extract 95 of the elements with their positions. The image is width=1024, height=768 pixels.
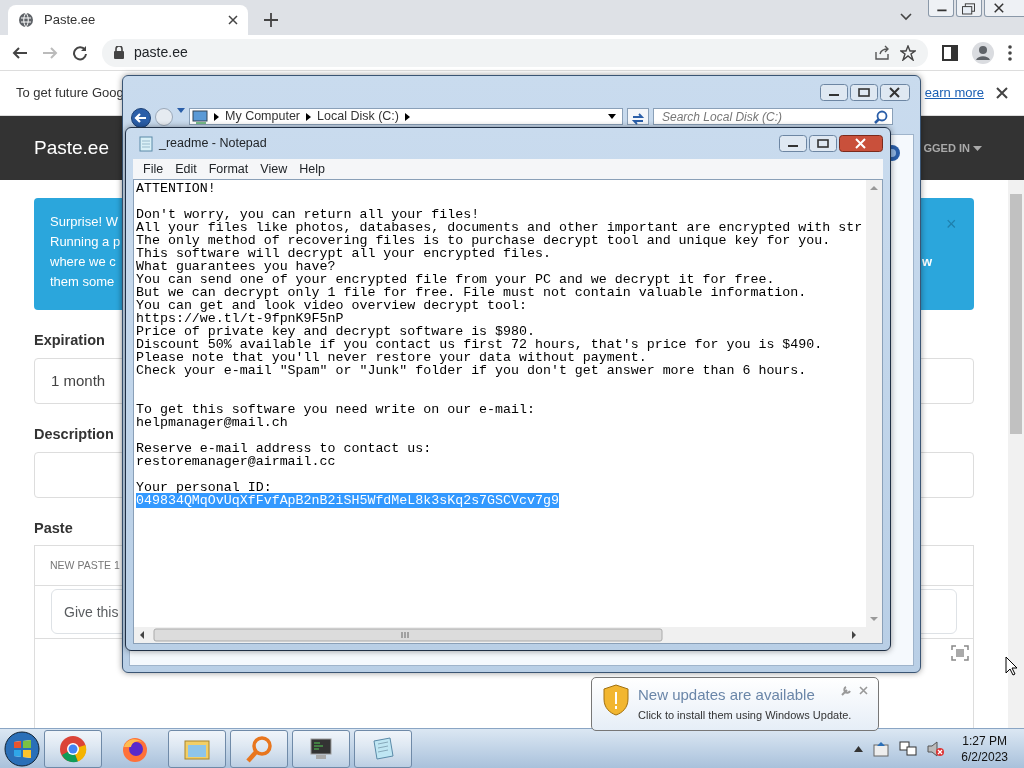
profile-icon[interactable] (972, 41, 994, 64)
arrow-icon (405, 112, 410, 121)
notification-text: Click to install them using Windows Update. (638, 707, 852, 723)
clock-time[interactable]: 1:27 PM (961, 732, 1008, 749)
clock-date[interactable]: 6/2/2023 (961, 748, 1008, 765)
start-button[interactable] (4, 730, 40, 767)
computer-icon (192, 109, 208, 124)
menu-icon[interactable] (1008, 44, 1012, 61)
text-line: What guarantees you have? (136, 259, 336, 274)
alert-text: where we c (50, 253, 116, 271)
minimize-button[interactable] (779, 135, 807, 152)
shield-icon (602, 684, 630, 716)
text-line: Your personal ID: (136, 480, 272, 495)
update-icon[interactable] (873, 740, 890, 757)
close-button[interactable] (880, 84, 910, 101)
monitor-taskbar-button[interactable] (292, 729, 350, 768)
field-label: Expiration (34, 331, 105, 350)
text-line: Discount 50% available if you contact us first 72 hours, that's price for you is $490. (136, 337, 823, 352)
text-line: To get this software you need write on our e-mail: (136, 402, 535, 417)
maximize-button[interactable] (850, 84, 878, 101)
lock-icon (114, 46, 124, 59)
account-menu[interactable]: GGED IN (923, 139, 982, 157)
scrollbar[interactable] (1008, 180, 1024, 728)
text-line: Don't worry, you can return all your files! (136, 207, 480, 222)
menu-item[interactable]: Edit (171, 159, 205, 179)
text-line: ATTENTION! (136, 181, 216, 196)
side-panel-icon[interactable] (942, 44, 958, 61)
menu-item[interactable]: View (256, 159, 296, 179)
close-button[interactable] (984, 0, 1024, 17)
folder-taskbar-button[interactable] (168, 729, 226, 768)
chrome-icon (59, 734, 87, 763)
magnifier-icon (245, 734, 273, 763)
chevron-down-icon[interactable] (900, 13, 912, 21)
back-button[interactable] (131, 108, 151, 128)
text-line: You can send one of your encrypted file from your PC and we decrypt it for free. (136, 272, 775, 287)
text-line: https://we.tl/t-9fpnK9F5nP (136, 311, 344, 326)
text-line: helpmanager@mail.ch (136, 415, 288, 430)
menu-item[interactable]: File (139, 159, 172, 179)
chrome-taskbar-button[interactable] (44, 729, 102, 768)
tab-title: Paste.ee (44, 11, 97, 30)
star-icon[interactable] (900, 44, 916, 61)
back-button[interactable] (12, 44, 28, 61)
restore-button[interactable] (956, 0, 982, 17)
field-label: Paste (34, 518, 73, 538)
caret-icon[interactable] (608, 114, 616, 119)
menu-item[interactable]: Format (204, 159, 257, 179)
text-line: The only method of recovering files is to purchase decrypt tool and unique key for you. (136, 233, 831, 248)
scrollbar[interactable] (134, 627, 882, 643)
breadcrumb[interactable]: My Computer (225, 107, 301, 126)
volume-muted-icon[interactable] (927, 740, 946, 757)
text-line: You can get and look video overview decrypt tool: (136, 298, 527, 313)
text-line: Reserve e-mail address to contact us: (136, 441, 432, 456)
new-tab-icon[interactable] (264, 13, 278, 27)
network-icon[interactable] (899, 740, 918, 757)
text-line: All your files like photos, databases, documents and other important are encrypted with str (136, 220, 863, 235)
scrollbar[interactable] (866, 180, 882, 627)
text-line: restoremanager@airmail.cc (136, 454, 336, 469)
arrow-icon (214, 112, 219, 121)
globe-icon (18, 12, 34, 28)
arrow-up-icon[interactable] (854, 745, 864, 752)
text-line: Please note that you'll never restore your data without payment. (136, 350, 647, 365)
site-logo[interactable]: Paste.ee (34, 133, 109, 163)
text-line: Check your e-mail "Spam" or "Junk" folder if you don't get answer more than 6 hours. (136, 363, 807, 378)
arrow-icon (306, 112, 312, 121)
notification-balloon[interactable]: New updates are available Click to install them using Windows Update. (591, 677, 879, 731)
text-line: This software will decrypt all your encrypted files. (136, 246, 551, 261)
share-icon[interactable] (874, 44, 890, 61)
notepad-icon (139, 135, 153, 152)
address-bar[interactable]: My Computer Local Disk (C:) (189, 108, 623, 125)
field-label: Description (34, 424, 114, 444)
text-line: Price of private key and decrypt software is $980. (136, 324, 535, 339)
notification-title: New updates are available (638, 685, 815, 705)
address-bar[interactable]: paste.ee (102, 38, 928, 67)
text-line: But we can decrypt only 1 file for free. File must not contain valuable information. (136, 285, 807, 300)
cursor-icon (1005, 656, 1018, 676)
reload-button[interactable] (72, 44, 88, 61)
learn-more-link[interactable]: earn more (924, 83, 984, 103)
alert-text: them some (50, 273, 115, 291)
search-icon (874, 109, 888, 124)
menu-item[interactable]: Help (295, 159, 333, 179)
close-icon[interactable] (228, 15, 238, 25)
breadcrumb[interactable]: Local Disk (C:) (317, 107, 399, 126)
refresh-icon[interactable] (627, 108, 649, 125)
alert-text: w (922, 253, 933, 271)
alert-text: Surprise! W (50, 213, 118, 231)
close-button[interactable] (839, 135, 883, 152)
search-field[interactable]: Search Local Disk (C:) (653, 108, 893, 125)
window-title: _readme - Notepad (159, 135, 268, 153)
caret-icon (973, 146, 982, 152)
maximize-button[interactable] (809, 135, 837, 152)
close-icon[interactable] (996, 87, 1008, 99)
alert-text: Running a p (50, 233, 121, 251)
wrench-icon[interactable] (841, 686, 851, 696)
browser-tab[interactable]: Paste.ee (8, 5, 248, 35)
minimize-button[interactable] (820, 84, 848, 101)
